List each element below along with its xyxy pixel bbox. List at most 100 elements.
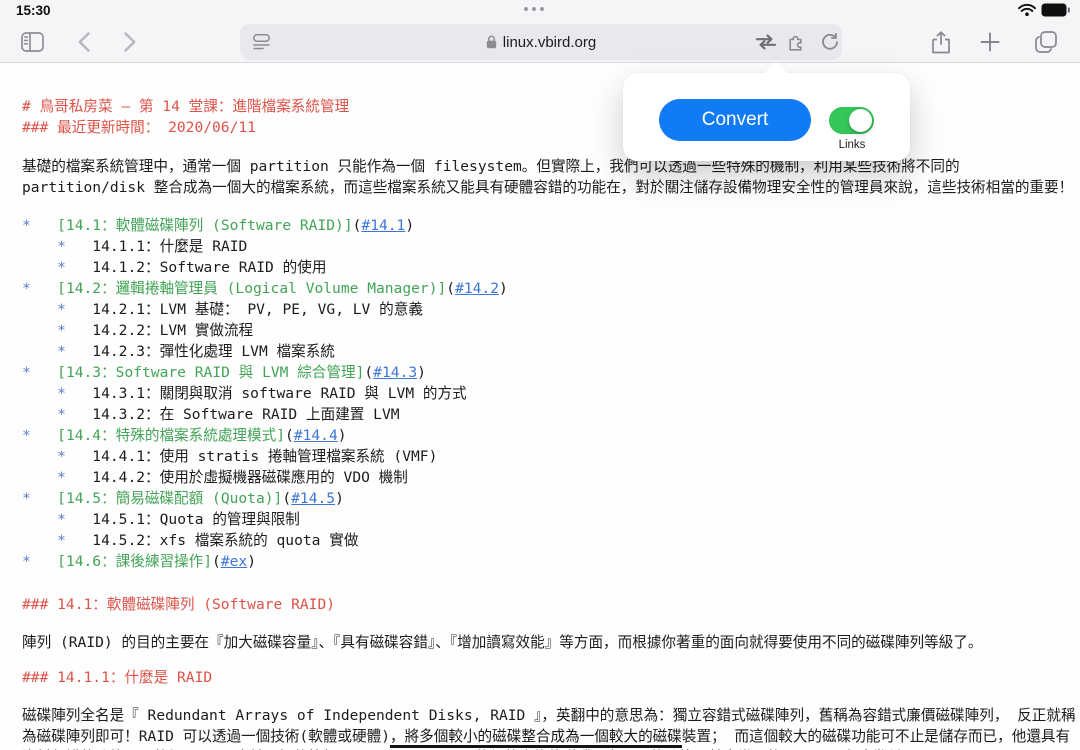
text-segment: 14.2.1：LVM 基礎： PV, PE, VG, LV 的意義 xyxy=(66,301,423,318)
text-segment: 14.2.3：彈性化處理 LVM 檔案系統 xyxy=(66,343,335,360)
toc-anchor-link[interactable]: #14.4 xyxy=(294,427,338,444)
text-segment: ) xyxy=(417,364,426,381)
convert-extension-button[interactable] xyxy=(753,24,779,60)
text-segment: ) xyxy=(247,553,256,570)
text-segment: ) xyxy=(338,427,347,444)
text-segment xyxy=(22,343,57,360)
document-lines: # 鳥哥私房菜 — 第 14 堂課：進階檔案系統管理 ### 最近更新時間： 20… xyxy=(22,96,1080,750)
toc-anchor-link[interactable]: #14.3 xyxy=(373,364,417,381)
back-button[interactable] xyxy=(74,32,94,52)
text-segment: * xyxy=(22,280,31,297)
toc-anchor-link[interactable]: #14.5 xyxy=(291,490,335,507)
doc-line: * 14.5.1：Quota 的管理與限制 xyxy=(22,509,1080,530)
text-segment xyxy=(31,553,57,570)
chevron-left-icon xyxy=(78,32,90,52)
plus-icon xyxy=(980,32,1000,52)
doc-line: # 鳥哥私房菜 — 第 14 堂課：進階檔案系統管理 xyxy=(22,96,1080,117)
share-button[interactable] xyxy=(928,29,954,55)
text-segment: 裝置； 而這個較大的磁碟功能可不止是儲存而已，他還具有 xyxy=(682,728,1070,745)
doc-line: ### 14.1：軟體磁碟陣列 (Software RAID) xyxy=(22,594,1080,615)
text-segment: * xyxy=(57,259,66,276)
share-icon xyxy=(932,31,950,54)
text-segment: 14.2.2：LVM 實做流程 xyxy=(66,322,253,339)
doc-line: * 14.1.2：Software RAID 的使用 xyxy=(22,257,1080,278)
sidebar-toggle-button[interactable] xyxy=(20,31,44,53)
text-segment xyxy=(31,364,57,381)
text-segment: 陣列 (RAID) 的目的主要在『加大磁碟容量』、『具有磁碟容錯』、『增加讀寫效… xyxy=(22,634,983,651)
doc-line: * 14.4.2：使用於虛擬機器磁碟應用的 VDO 機制 xyxy=(22,467,1080,488)
text-segment: 14.4.1：使用 stratis 捲軸管理檔案系統 (VMF) xyxy=(66,448,437,465)
links-toggle[interactable] xyxy=(829,107,874,134)
text-segment: * xyxy=(22,490,31,507)
text-segment: ( xyxy=(364,364,373,381)
text-segment: 磁碟陣列全名是『 Redundant Arrays of Independent… xyxy=(22,707,1076,724)
page-content: # 鳥哥私房菜 — 第 14 堂課：進階檔案系統管理 ### 最近更新時間： 20… xyxy=(0,62,1080,750)
doc-line: * 14.1.1：什麼是 RAID xyxy=(22,236,1080,257)
text-segment xyxy=(22,301,57,318)
status-icons xyxy=(1018,3,1070,17)
reload-button[interactable] xyxy=(817,24,843,60)
text-segment: 14.5.2：xfs 檔案系統的 quota 實做 xyxy=(66,532,358,549)
text-segment: [14.5：簡易磁碟配額 (Quota)] xyxy=(57,490,282,507)
doc-line: partition/disk 整合成為一個大的檔案系統，而這些檔案系統又能具有硬… xyxy=(22,177,1080,198)
swap-arrows-icon xyxy=(755,34,777,50)
address-bar[interactable]: linux.vbird.org xyxy=(240,24,842,60)
text-segment xyxy=(31,280,57,297)
text-segment: partition/disk 整合成為一個大的檔案系統，而這些檔案系統又能具有硬… xyxy=(22,179,1073,196)
text-segment: ( xyxy=(282,490,291,507)
text-segment: 14.3.1：關閉與取消 software RAID 與 LVM 的方式 xyxy=(66,385,467,402)
tabs-button[interactable] xyxy=(1034,30,1058,54)
text-segment: * xyxy=(57,511,66,528)
doc-line: 為磁碟陣列即可！RAID 可以透過一個技術(軟體或硬體)，將多個較小的磁碟整合成… xyxy=(22,726,1080,747)
text-segment: ### 14.1：軟體磁碟陣列 (Software RAID) xyxy=(22,596,335,613)
toc-anchor-link[interactable]: #14.1 xyxy=(361,217,405,234)
multitasking-dots-icon[interactable] xyxy=(524,7,544,11)
toggle-knob xyxy=(849,109,872,132)
text-segment: [14.3：Software RAID 與 LVM 綜合管理] xyxy=(57,364,364,381)
doc-line: 磁碟陣列全名是『 Redundant Arrays of Independent… xyxy=(22,705,1080,726)
status-time: 15:30 xyxy=(16,3,51,18)
text-segment: 14.4.2：使用於虛擬機器磁碟應用的 VDO 機制 xyxy=(66,469,408,486)
text-segment: ### 最近更新時間： 2020/06/11 xyxy=(22,119,256,136)
extensions-button[interactable] xyxy=(785,24,811,60)
text-segment xyxy=(31,490,57,507)
doc-line: * [14.2：邏輯捲軸管理員 (Logical Volume Manager)… xyxy=(22,278,1080,299)
text-segment: 為磁碟陣列即可！RAID 可以透過一個技術(軟體或硬體) xyxy=(22,728,390,745)
lock-icon xyxy=(486,35,497,49)
doc-line: * 14.2.2：LVM 實做流程 xyxy=(22,320,1080,341)
text-segment: 14.3.2：在 Software RAID 上面建置 LVM xyxy=(66,406,400,423)
text-segment: * xyxy=(57,385,66,402)
reader-icon xyxy=(253,34,270,50)
text-segment xyxy=(22,532,57,549)
text-segment: 14.1.1：什麼是 RAID xyxy=(66,238,247,255)
doc-line: ### 最近更新時間： 2020/06/11 xyxy=(22,117,1080,138)
text-segment: # 鳥哥私房菜 — 第 14 堂課：進階檔案系統管理 xyxy=(22,98,349,115)
text-segment: ( xyxy=(285,427,294,444)
text-segment: * xyxy=(57,238,66,255)
puzzle-icon xyxy=(788,33,808,51)
text-segment: * xyxy=(57,532,66,549)
text-segment: [14.1：軟體磁碟陣列 (Software RAID)] xyxy=(57,217,352,234)
text-segment xyxy=(22,406,57,423)
doc-line: 基礎的檔案系統管理中，通常一個 partition 只能作為一個 filesys… xyxy=(22,156,1080,177)
text-segment xyxy=(22,385,57,402)
new-tab-button[interactable] xyxy=(978,30,1002,54)
doc-line: * 14.4.1：使用 stratis 捲軸管理檔案系統 (VMF) xyxy=(22,446,1080,467)
forward-button[interactable] xyxy=(120,32,140,52)
text-segment: * xyxy=(22,217,31,234)
toc-anchor-link[interactable]: #14.2 xyxy=(455,280,499,297)
battery-icon xyxy=(1041,3,1070,17)
text-segment: * xyxy=(57,343,66,360)
text-segment: 14.1.2：Software RAID 的使用 xyxy=(66,259,326,276)
text-segment: * xyxy=(22,553,31,570)
reader-button[interactable] xyxy=(250,24,272,60)
wifi-icon xyxy=(1018,3,1036,17)
text-segment: ( xyxy=(446,280,455,297)
text-segment: * xyxy=(57,448,66,465)
tabs-icon xyxy=(1035,31,1057,53)
convert-button[interactable]: Convert xyxy=(659,99,811,141)
doc-line: ### 14.1.1：什麼是 RAID xyxy=(22,667,1080,688)
text-segment: ) xyxy=(335,490,344,507)
doc-line: 陣列 (RAID) 的目的主要在『加大磁碟容量』、『具有磁碟容錯』、『增加讀寫效… xyxy=(22,632,1080,653)
toc-anchor-link[interactable]: #ex xyxy=(221,553,247,570)
